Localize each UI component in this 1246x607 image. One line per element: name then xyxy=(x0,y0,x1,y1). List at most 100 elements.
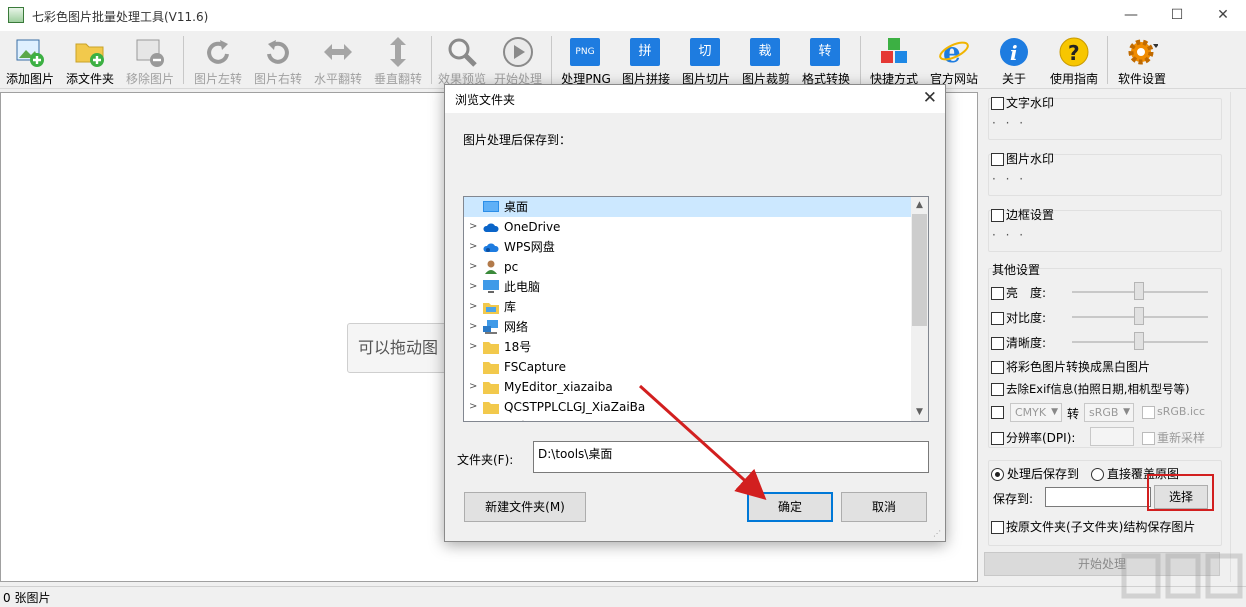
shortcut-button[interactable]: 快捷方式 xyxy=(864,33,924,87)
icc-checkbox[interactable]: sRGB.icc xyxy=(1142,405,1205,419)
library-icon xyxy=(483,303,499,314)
sharpness-checkbox[interactable]: 清晰度: xyxy=(991,334,1046,351)
dpi-input[interactable] xyxy=(1090,427,1134,446)
save-path-input[interactable] xyxy=(1045,487,1151,507)
expand-chevron-icon[interactable]: > xyxy=(469,337,479,357)
software-settings-button[interactable]: 软件设置 xyxy=(1112,33,1172,87)
contrast-slider[interactable] xyxy=(1134,307,1144,325)
checkbox[interactable] xyxy=(991,287,1004,300)
new-folder-button[interactable]: 新建文件夹(M) xyxy=(464,492,586,522)
settings-panel: 文字水印 · · · 图片水印 · · · 边框设置 · · · 其他设置 亮 … xyxy=(980,92,1230,582)
image-crop-button[interactable]: 裁 图片裁剪 xyxy=(736,33,796,87)
tree-item[interactable]: 图片 xyxy=(464,417,912,421)
folder-path-input[interactable]: D:\tools\桌面 xyxy=(533,441,929,473)
border-settings-checkbox[interactable]: 边框设置 xyxy=(991,206,1054,223)
start-process-toolbar-button[interactable]: 开始处理 xyxy=(488,33,548,87)
checkbox[interactable] xyxy=(991,361,1004,374)
save-after-radio[interactable]: 处理后保存到 xyxy=(991,465,1079,482)
color-to-select[interactable]: sRGB ▼ xyxy=(1084,403,1134,422)
expand-chevron-icon[interactable]: > xyxy=(469,377,479,397)
radio[interactable] xyxy=(991,468,1004,481)
tree-item[interactable]: > OneDrive xyxy=(464,217,912,237)
add-folder-button[interactable]: 添文件夹 xyxy=(60,33,120,87)
dialog-close-icon[interactable]: ✕ xyxy=(923,88,937,108)
checkbox[interactable] xyxy=(991,97,1004,110)
tree-item[interactable]: FSCapture xyxy=(464,357,912,377)
checkbox[interactable] xyxy=(991,383,1004,396)
add-image-button[interactable]: 添加图片 xyxy=(0,33,60,87)
network-icon xyxy=(483,320,498,334)
crop-icon: 裁 xyxy=(750,38,780,66)
brightness-checkbox[interactable]: 亮 度: xyxy=(991,284,1046,301)
expand-chevron-icon[interactable]: > xyxy=(469,237,479,257)
checkbox[interactable] xyxy=(1142,405,1155,419)
status-bar: 0 张图片 xyxy=(0,586,1246,607)
brightness-slider[interactable] xyxy=(1134,282,1144,300)
user-guide-button[interactable]: ? 使用指南 xyxy=(1044,33,1104,87)
resample-checkbox[interactable]: 重新采样 xyxy=(1142,429,1205,446)
tree-item[interactable]: > QCSTPPLCLGJ_XiaZaiBa xyxy=(464,397,912,417)
checkbox[interactable] xyxy=(991,209,1004,222)
color-from-select[interactable]: CMYK ▼ xyxy=(1010,403,1062,422)
checkbox[interactable] xyxy=(991,406,1004,419)
grayscale-checkbox[interactable]: 将彩色图片转换成黑白图片 xyxy=(991,358,1150,375)
tree-item[interactable]: > pc xyxy=(464,257,912,277)
folder-tree[interactable]: 桌面 > OneDrive > WPS网盘 > pc > 此电脑 > 库 > 网… xyxy=(463,196,929,422)
minimize-button[interactable]: — xyxy=(1108,0,1154,31)
expand-chevron-icon[interactable]: > xyxy=(469,397,479,417)
tree-item[interactable]: > MyEditor_xiazaiba xyxy=(464,377,912,397)
image-stitch-button[interactable]: 拼 图片拼接 xyxy=(616,33,676,87)
rotate-left-button[interactable]: 图片左转 xyxy=(188,33,248,87)
tree-item[interactable]: > 18号 xyxy=(464,337,912,357)
flip-vertical-button[interactable]: 垂直翻转 xyxy=(368,33,428,87)
flip-horizontal-button[interactable]: 水平翻转 xyxy=(308,33,368,87)
close-button[interactable]: ✕ xyxy=(1200,0,1246,31)
gear-icon xyxy=(1128,39,1158,65)
scroll-thumb[interactable] xyxy=(912,214,927,326)
contrast-checkbox[interactable]: 对比度: xyxy=(991,309,1046,326)
tree-item[interactable]: > 网络 xyxy=(464,317,912,337)
checkbox[interactable] xyxy=(1142,432,1155,445)
color-convert-checkbox[interactable] xyxy=(991,405,1006,419)
checkbox[interactable] xyxy=(991,432,1004,445)
desktop-icon xyxy=(483,201,499,212)
panel-scrollbar[interactable] xyxy=(1230,92,1246,582)
rotate-right-icon xyxy=(267,40,289,64)
maximize-button[interactable]: ☐ xyxy=(1154,0,1200,31)
resize-grip-icon[interactable]: ⋰ xyxy=(933,529,943,539)
official-website-button[interactable]: e 官方网站 xyxy=(924,33,984,87)
about-button[interactable]: i 关于 xyxy=(984,33,1044,87)
text-watermark-checkbox[interactable]: 文字水印 xyxy=(991,94,1054,111)
ok-button[interactable]: 确定 xyxy=(747,492,833,522)
checkbox[interactable] xyxy=(991,312,1004,325)
expand-chevron-icon[interactable]: > xyxy=(469,297,479,317)
expand-chevron-icon[interactable]: > xyxy=(469,317,479,337)
remove-image-button[interactable]: 移除图片 xyxy=(120,33,180,87)
cancel-button[interactable]: 取消 xyxy=(841,492,927,522)
scroll-up-icon[interactable]: ▲ xyxy=(911,197,928,214)
chevron-down-icon: ▼ xyxy=(1123,407,1130,417)
checkbox[interactable] xyxy=(991,153,1004,166)
sharpness-slider[interactable] xyxy=(1134,332,1144,350)
remove-exif-checkbox[interactable]: 去除Exif信息(拍照日期,相机型号等) xyxy=(991,381,1189,397)
tree-item[interactable]: > 库 xyxy=(464,297,912,317)
tree-scrollbar[interactable]: ▲ ▼ xyxy=(911,197,928,421)
expand-chevron-icon[interactable]: > xyxy=(469,257,479,277)
image-watermark-checkbox[interactable]: 图片水印 xyxy=(991,150,1054,167)
dpi-checkbox[interactable]: 分辨率(DPI): xyxy=(991,429,1075,446)
tree-item[interactable]: > WPS网盘 xyxy=(464,237,912,257)
expand-chevron-icon[interactable]: > xyxy=(469,217,479,237)
checkbox[interactable] xyxy=(991,337,1004,350)
tree-item[interactable]: 桌面 xyxy=(464,197,912,217)
checkbox[interactable] xyxy=(991,521,1004,534)
radio[interactable] xyxy=(1091,468,1104,481)
tree-item[interactable]: > 此电脑 xyxy=(464,277,912,297)
scroll-down-icon[interactable]: ▼ xyxy=(911,404,928,421)
expand-chevron-icon[interactable]: > xyxy=(469,277,479,297)
format-convert-button[interactable]: 转 格式转换 xyxy=(796,33,856,87)
image-slice-button[interactable]: 切 图片切片 xyxy=(676,33,736,87)
keep-structure-checkbox[interactable]: 按原文件夹(子文件夹)结构保存图片 xyxy=(991,518,1195,535)
rotate-right-button[interactable]: 图片右转 xyxy=(248,33,308,87)
play-icon xyxy=(503,37,533,67)
process-png-button[interactable]: PNG 处理PNG xyxy=(556,33,616,87)
